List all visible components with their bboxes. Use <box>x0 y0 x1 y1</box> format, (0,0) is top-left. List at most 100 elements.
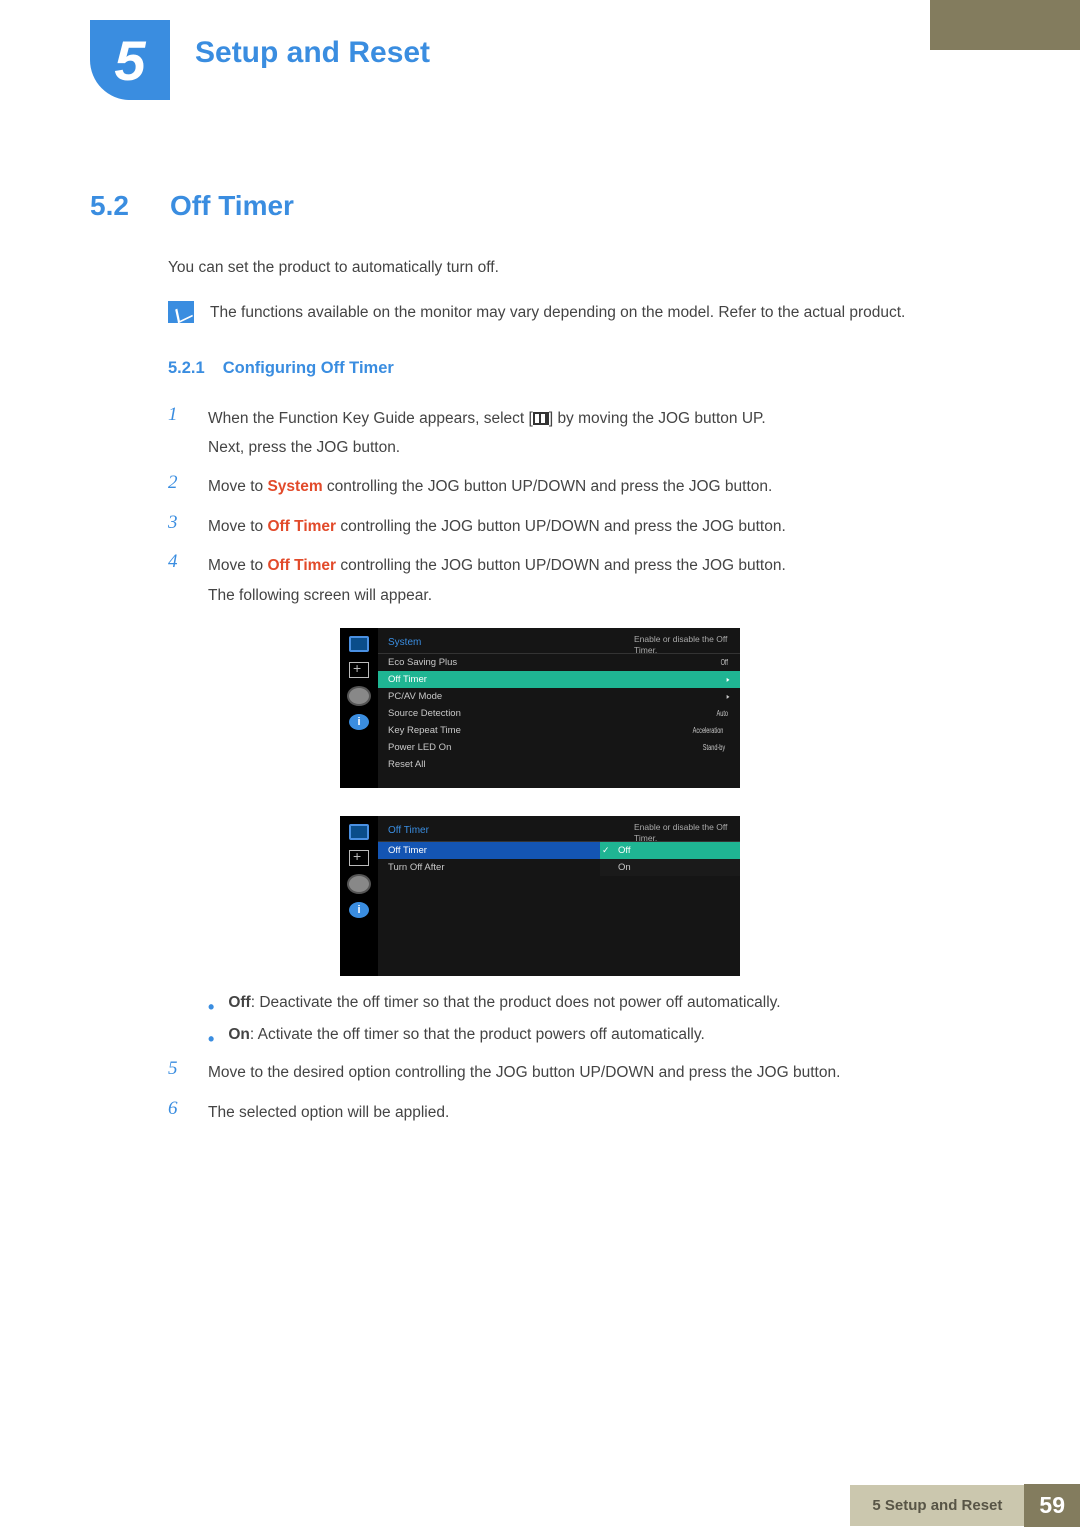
chapter-badge: 5 <box>90 20 170 100</box>
step-number: 6 <box>168 1098 188 1120</box>
keyword-offtimer: Off Timer <box>267 518 336 535</box>
info-icon: i <box>349 714 369 730</box>
footer-chapter: 5 Setup and Reset <box>850 1485 1024 1526</box>
move-icon <box>349 662 369 678</box>
osd-item-label: Reset All <box>388 759 426 770</box>
off-label: Off <box>228 994 250 1011</box>
osd-option: On <box>600 859 740 876</box>
subsection-title: Configuring Off Timer <box>223 359 394 378</box>
osd-hint: Enable or disable the Off Timer. <box>634 634 734 656</box>
osd-system-menu: i System Eco Saving PlusOffOff Timer▸PC/… <box>340 628 740 788</box>
subsection-heading: 5.2.1 Configuring Off Timer <box>168 359 990 378</box>
osd-item-label: PC/AV Mode <box>388 691 442 702</box>
keyword-offtimer: Off Timer <box>267 557 336 574</box>
step-6: 6 The selected option will be applied. <box>168 1098 990 1127</box>
step-4: 4 Move to Off Timer controlling the JOG … <box>168 551 990 610</box>
osd-menu-item: Reset All <box>378 756 740 773</box>
step-4-a: Move to <box>208 557 267 574</box>
chapter-number: 5 <box>114 28 145 93</box>
menu-icon <box>533 412 549 425</box>
step-5: 5 Move to the desired option controlling… <box>168 1058 990 1087</box>
step-2-a: Move to <box>208 478 267 495</box>
step-1-a: When the Function Key Guide appears, sel… <box>208 410 533 427</box>
step-3-a: Move to <box>208 518 267 535</box>
osd-item-label: Off Timer <box>388 845 427 856</box>
step-text: Move to Off Timer controlling the JOG bu… <box>208 512 786 541</box>
osd-item-value: Stand-by <box>703 743 725 752</box>
option-descriptions: • Off: Deactivate the off timer so that … <box>208 994 990 1048</box>
gear-icon <box>349 876 369 892</box>
osd-item-value: Off <box>721 658 728 667</box>
on-label: On <box>228 1026 250 1043</box>
bullet-off: • Off: Deactivate the off timer so that … <box>208 994 990 1016</box>
step-2: 2 Move to System controlling the JOG but… <box>168 472 990 501</box>
section-number: 5.2 <box>90 190 145 222</box>
osd-menu-item: Key Repeat Time Acceleration <box>378 722 740 739</box>
move-icon <box>349 850 369 866</box>
osd-item-label: Key Repeat Time <box>388 725 461 736</box>
step-4-b: controlling the JOG button UP/DOWN and p… <box>336 557 786 574</box>
step-1-b: ] by moving the JOG button UP. <box>549 410 766 427</box>
on-desc: : Activate the off timer so that the pro… <box>250 1026 705 1043</box>
section-title: Off Timer <box>170 190 294 222</box>
osd-sidebar-icons: i <box>340 628 378 788</box>
footer-page-number: 59 <box>1024 1484 1080 1527</box>
step-2-b: controlling the JOG button UP/DOWN and p… <box>323 478 773 495</box>
header-decor <box>930 0 1080 50</box>
osd-option-label: Off <box>610 845 631 856</box>
osd-item-label: Eco Saving Plus <box>388 657 457 668</box>
osd-item-value: Acceleration <box>693 726 724 735</box>
osd-item-value: ▸ <box>727 692 730 701</box>
step-text: Move to Off Timer controlling the JOG bu… <box>208 551 786 610</box>
step-number: 5 <box>168 1058 188 1080</box>
page-footer: 5 Setup and Reset 59 <box>850 1484 1080 1527</box>
osd-item-value: ▸ <box>727 675 730 684</box>
note: The functions available on the monitor m… <box>168 301 990 324</box>
osd-item-label: Turn Off After <box>388 862 445 873</box>
bullet-dot-icon: • <box>208 1030 214 1048</box>
keyword-system: System <box>267 478 322 495</box>
osd-item-label: Power LED On <box>388 742 451 753</box>
section-heading: 5.2 Off Timer <box>90 190 990 222</box>
step-1: 1 When the Function Key Guide appears, s… <box>168 404 990 463</box>
osd-main: Off Timer Off TimerTurn Off After ✓ Off … <box>378 816 740 976</box>
osd-menu-item: Power LED On Stand-by <box>378 739 740 756</box>
info-icon: i <box>349 902 369 918</box>
osd-sidebar-icons: i <box>340 816 378 976</box>
section-intro: You can set the product to automatically… <box>168 256 990 279</box>
monitor-icon <box>349 824 369 840</box>
check-icon: ✓ <box>602 845 610 856</box>
step-number: 2 <box>168 472 188 494</box>
off-desc: : Deactivate the off timer so that the p… <box>251 994 781 1011</box>
osd-screenshots: i System Eco Saving PlusOffOff Timer▸PC/… <box>90 628 990 976</box>
osd-option: ✓ Off <box>600 842 740 859</box>
osd-item-label: Off Timer <box>388 674 427 685</box>
osd-option-label: On <box>610 862 631 873</box>
osd-main: System Eco Saving PlusOffOff Timer▸PC/AV… <box>378 628 740 788</box>
step-text: When the Function Key Guide appears, sel… <box>208 404 766 463</box>
osd-menu-item: Eco Saving Plus Off <box>378 654 740 671</box>
step-3: 3 Move to Off Timer controlling the JOG … <box>168 512 990 541</box>
osd-menu-item: Off Timer <box>378 842 600 859</box>
step-number: 1 <box>168 404 188 426</box>
bullet-dot-icon: • <box>208 998 214 1016</box>
step-3-b: controlling the JOG button UP/DOWN and p… <box>336 518 786 535</box>
bullet-on: • On: Activate the off timer so that the… <box>208 1026 990 1048</box>
osd-hint: Enable or disable the Off Timer. <box>634 822 734 844</box>
step-number: 4 <box>168 551 188 573</box>
osd-menu-item: Turn Off After <box>378 859 600 876</box>
monitor-icon <box>349 636 369 652</box>
note-text: The functions available on the monitor m… <box>210 301 905 324</box>
note-icon <box>168 301 194 323</box>
step-text: The selected option will be applied. <box>208 1098 449 1127</box>
chapter-title: Setup and Reset <box>195 36 430 70</box>
osd-menu-item: PC/AV Mode ▸ <box>378 688 740 705</box>
osd-menu-item: Off Timer ▸ <box>378 671 740 688</box>
step-number: 3 <box>168 512 188 534</box>
step-4-next: The following screen will appear. <box>208 587 432 604</box>
step-1-next: Next, press the JOG button. <box>208 439 400 456</box>
step-text: Move to System controlling the JOG butto… <box>208 472 772 501</box>
osd-menu-item: Source DetectionAuto <box>378 705 740 722</box>
osd-options-panel: ✓ Off On <box>600 842 740 876</box>
osd-item-value: Auto <box>716 709 728 718</box>
